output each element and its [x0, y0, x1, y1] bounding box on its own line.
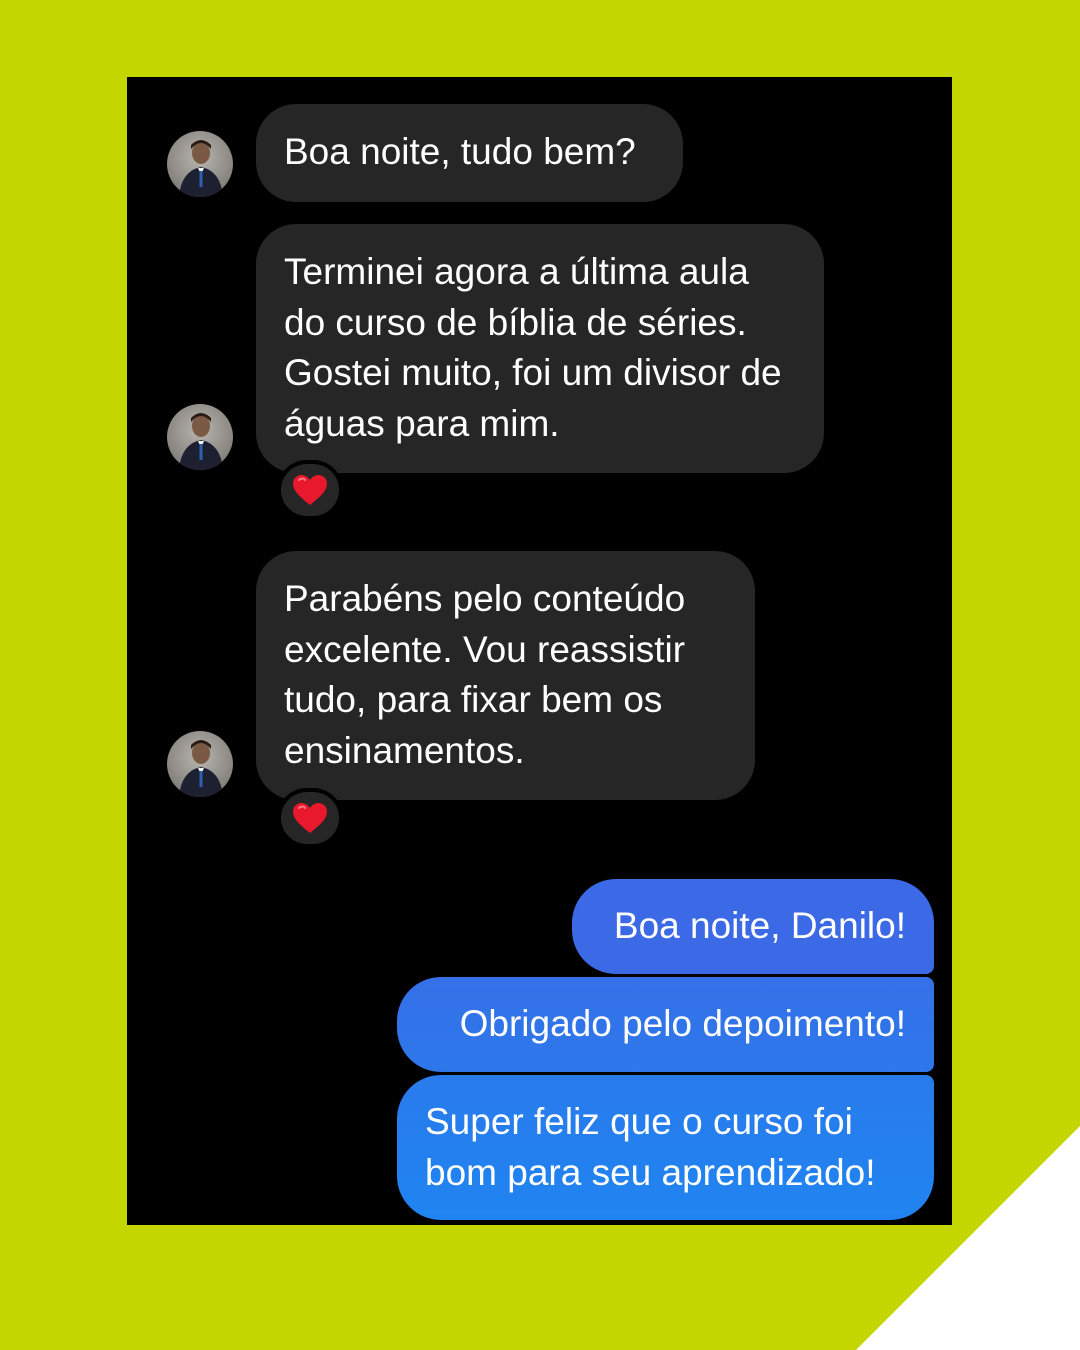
person-icon — [179, 413, 223, 470]
heart-icon — [293, 803, 327, 833]
incoming-message[interactable]: Parabéns pelo conteúdo excelente. Vou re… — [256, 551, 755, 800]
heart-icon — [293, 475, 327, 505]
sender-avatar[interactable] — [167, 404, 233, 470]
outgoing-message[interactable]: Boa noite, Danilo! — [572, 879, 934, 974]
person-icon — [179, 140, 223, 197]
incoming-message[interactable]: Terminei agora a última aula do curso de… — [256, 224, 824, 473]
incoming-message[interactable]: Boa noite, tudo bem? — [256, 104, 683, 202]
person-icon — [179, 740, 223, 797]
chat-screenshot: Boa noite, tudo bem? Terminei agora a úl… — [127, 77, 952, 1225]
outgoing-message[interactable]: Super feliz que o curso foi bom para seu… — [397, 1075, 934, 1220]
reaction-badge[interactable] — [277, 460, 343, 520]
sender-avatar[interactable] — [167, 731, 233, 797]
reaction-badge[interactable] — [277, 788, 343, 848]
outgoing-message[interactable]: Obrigado pelo depoimento! — [397, 977, 934, 1072]
sender-avatar[interactable] — [167, 131, 233, 197]
